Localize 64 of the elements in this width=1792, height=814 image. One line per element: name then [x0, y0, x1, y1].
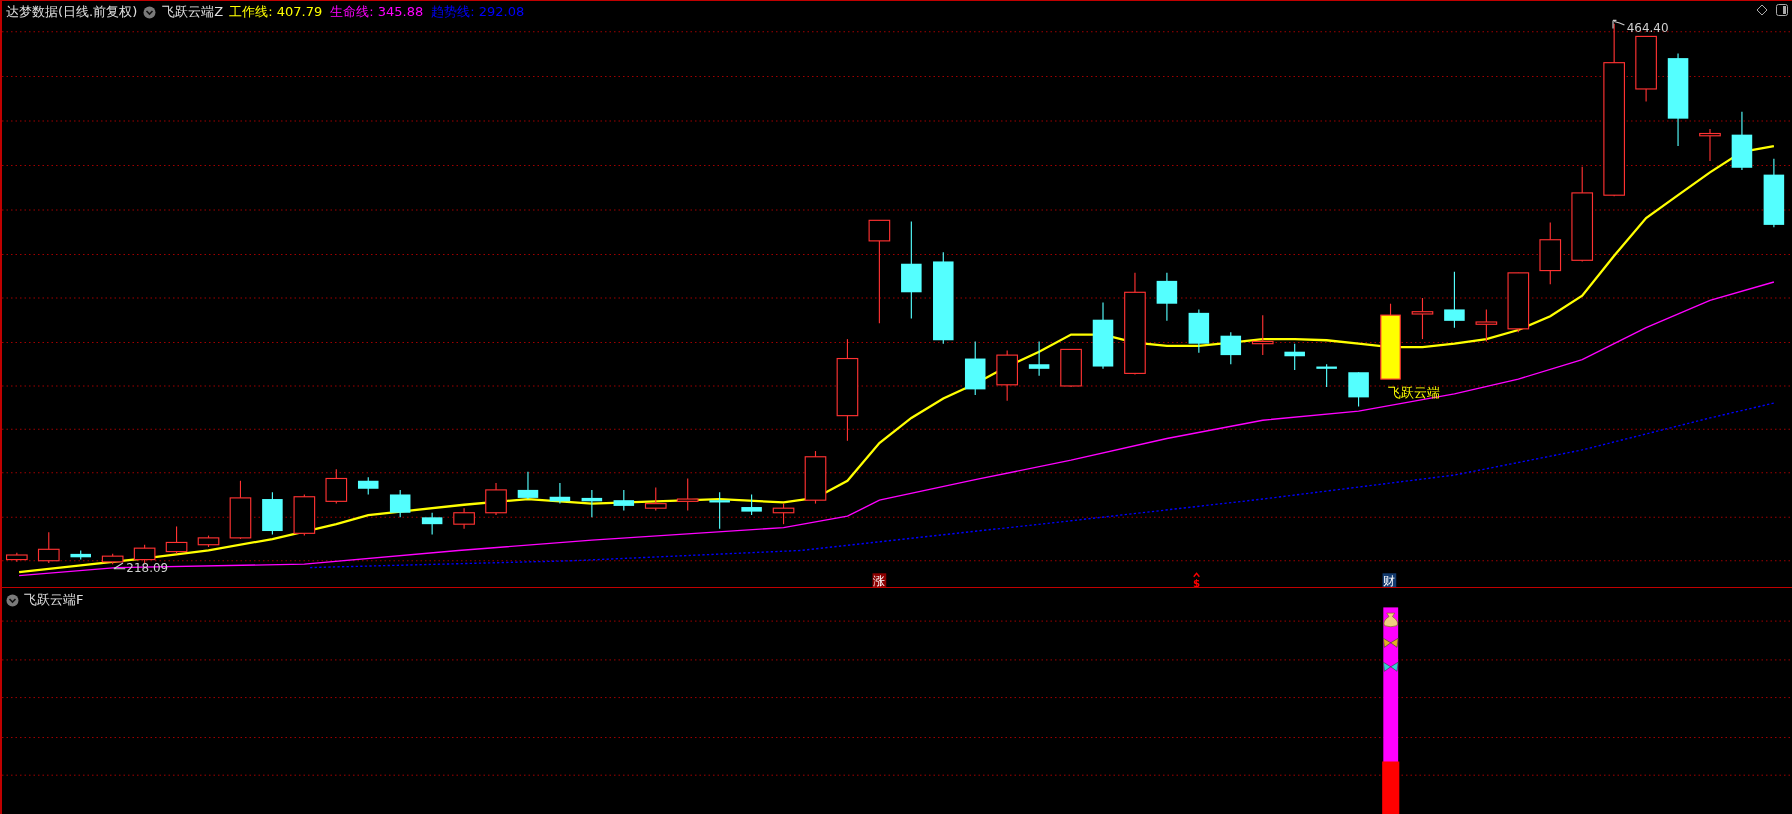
- candlestick: [1475, 308, 1498, 342]
- candlestick: [517, 471, 539, 500]
- indicator-value: 生命线: 345.88: [330, 3, 424, 21]
- candlestick: [613, 489, 635, 512]
- candlestick: [1763, 158, 1785, 228]
- candlestick: [709, 491, 730, 530]
- candlestick: [165, 525, 188, 555]
- money-bag-icon: [1383, 612, 1398, 628]
- candlestick: [325, 468, 348, 505]
- candlestick: [485, 482, 507, 516]
- panel-toggle-icon[interactable]: [1776, 4, 1788, 16]
- candlestick: [676, 477, 699, 512]
- candlestick: [1028, 340, 1050, 377]
- candlestick: [964, 340, 986, 396]
- candlestick: [37, 531, 60, 564]
- candlestick: [1731, 111, 1753, 171]
- candlestick: [101, 553, 124, 565]
- indicator-name: 飞跃云端Z: [162, 3, 224, 21]
- candlestick: [581, 489, 603, 518]
- candlestick: [772, 503, 795, 525]
- candlestick: [389, 489, 411, 518]
- candlestick: [1156, 272, 1178, 322]
- candlestick: [357, 476, 379, 496]
- candlestick: [421, 512, 443, 536]
- indicator-name: 飞跃云端F: [24, 591, 84, 609]
- candlestick: [133, 544, 156, 564]
- candlestick: [1635, 35, 1657, 103]
- candlestick: [1507, 272, 1530, 333]
- signal-tag: 财: [1382, 573, 1397, 587]
- candlestick: [229, 480, 252, 540]
- stock-title: 达梦数据(日线.前复权): [6, 3, 138, 21]
- candlestick: [1092, 302, 1114, 370]
- candlestick: [1348, 371, 1369, 408]
- indicator-value: 工作线: 407.79: [229, 3, 323, 21]
- candlestick: [70, 549, 91, 561]
- candlestick: [1060, 348, 1082, 388]
- candlestick: [741, 493, 762, 516]
- dropdown-icon[interactable]: [143, 5, 157, 19]
- candlestick: [453, 507, 475, 530]
- candlestick: [293, 493, 316, 537]
- dropdown-icon[interactable]: [6, 593, 19, 607]
- diamond-icon[interactable]: [1756, 4, 1768, 16]
- candlestick: [1411, 297, 1434, 340]
- candlestick: [804, 450, 827, 505]
- candlestick: [1188, 308, 1210, 354]
- candlestick: [197, 535, 220, 548]
- candlestick: [1316, 363, 1337, 388]
- arrow-icon: [113, 562, 126, 570]
- candlestick: [996, 349, 1018, 402]
- candlestick: [1539, 222, 1562, 285]
- candlestick: [1220, 331, 1242, 365]
- candlestick: [262, 491, 283, 536]
- arrow-icon: [1612, 19, 1625, 29]
- candlestick: [1284, 343, 1305, 371]
- signal-tag: 涨: [872, 573, 887, 587]
- signal-label: 飞跃云端: [1388, 385, 1441, 401]
- candlestick: [1444, 271, 1465, 329]
- indicator-value: 趋势线: 292.08: [431, 3, 525, 21]
- high-price-label: 464.40: [1626, 20, 1669, 35]
- candlestick: [549, 482, 571, 505]
- candlestick: [644, 487, 667, 512]
- candlestick: [1251, 314, 1274, 356]
- candlestick: [6, 552, 28, 563]
- candlestick: [1699, 128, 1721, 162]
